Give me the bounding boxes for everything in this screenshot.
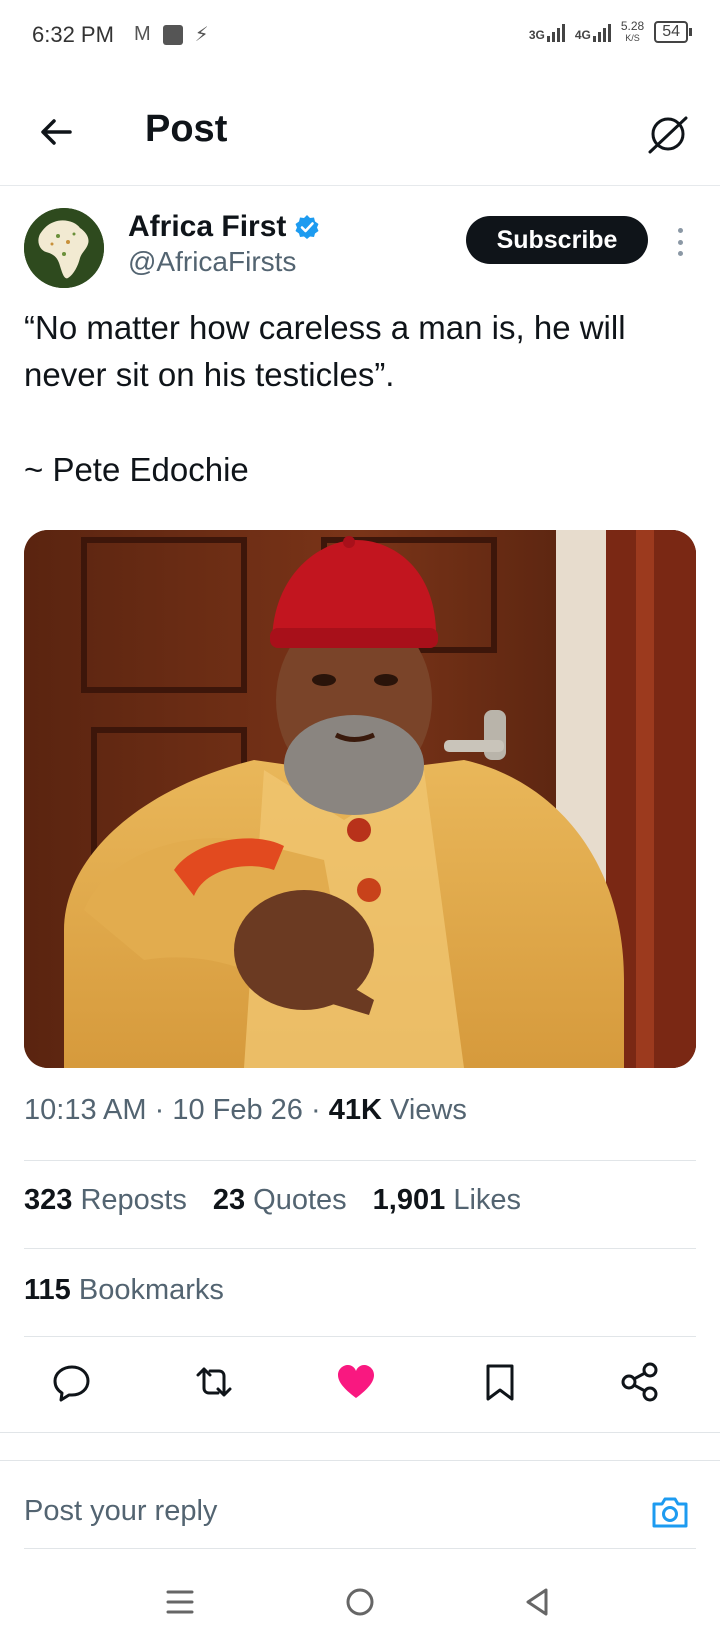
speed-value: 5.28 [620,19,645,33]
portrait-photo-illustration [24,530,696,1068]
quotes-stat[interactable]: 23 Quotes [213,1184,347,1217]
network-speed: 5.28 K/S [621,20,644,44]
back-arrow-icon[interactable] [36,112,76,152]
divider [24,1248,696,1249]
views-count: 41K [328,1094,382,1126]
divider [0,1460,720,1461]
meta-separator: · [311,1094,321,1126]
post-time: 10:13 AM [24,1094,147,1126]
reposts-stat[interactable]: 323 Reposts [24,1184,187,1217]
page-title: Post [145,108,228,150]
repost-icon[interactable] [192,1360,236,1404]
reposts-label: Reposts [80,1184,187,1216]
signal-bars-icon [592,22,611,42]
bookmarks-label: Bookmarks [78,1274,224,1306]
post-attribution: ~ Pete Edochie [24,451,249,488]
post-meta: 10:13 AM · 10 Feb 26 · 41K Views [24,1094,467,1127]
author-name[interactable]: Africa First [128,210,286,244]
reply-icon[interactable] [50,1360,94,1404]
notification-icons: M ⚡ [134,22,209,47]
reposts-count: 323 [24,1184,73,1216]
camera-icon[interactable] [648,1490,692,1534]
bookmarks-count: 115 [24,1274,71,1306]
action-bar [0,1350,720,1420]
network-label-2: 4G [574,28,591,42]
engagement-stats: 323 Reposts 23 Quotes 1,901 Likes [24,1184,521,1217]
divider [24,1160,696,1161]
reply-divider [24,1548,696,1549]
quotes-count: 23 [212,1184,246,1216]
likes-label: Likes [453,1184,522,1216]
bookmarks-stat[interactable]: 115 Bookmarks [24,1274,224,1307]
status-time: 6:32 PM [32,22,114,47]
post-date: 10 Feb 26 [172,1094,303,1126]
avatar[interactable] [24,208,104,288]
gmail-icon: M [134,23,151,45]
views-label: Views [390,1094,467,1126]
likes-count: 1,901 [372,1184,446,1216]
home-icon[interactable] [340,1582,380,1622]
signal-3g: 3G [529,22,565,42]
signal-4g: 4G [575,22,611,42]
speed-unit: K/S [625,33,640,43]
post-image[interactable] [24,530,696,1068]
meta-separator: · [154,1094,165,1126]
quotes-label: Quotes [253,1184,347,1216]
activity-icon: ⚡ [194,24,209,46]
status-bar: 6:32 PM M ⚡ 3G 4G 5.28 K/S 54 [0,0,720,72]
like-icon[interactable] [334,1360,378,1404]
system-nav-bar [0,1570,720,1640]
reply-input[interactable]: Post your reply [24,1495,217,1528]
back-triangle-icon[interactable] [518,1582,558,1622]
more-options-icon[interactable] [670,222,690,262]
post-text: “No matter how careless a man is, he wil… [24,309,626,393]
grok-icon[interactable] [644,110,692,158]
author-handle[interactable]: @AfricaFirsts [128,246,296,278]
likes-stat[interactable]: 1,901 Likes [373,1184,521,1217]
app-notification-icon [162,24,183,45]
battery-icon: 54 [654,21,692,43]
africa-map-logo-icon [24,208,104,288]
subscribe-button[interactable]: Subscribe [466,216,648,264]
bookmark-icon[interactable] [478,1360,522,1404]
menu-icon[interactable] [160,1582,200,1622]
divider [24,1336,696,1337]
top-app-bar: Post [0,90,720,186]
divider [0,1432,720,1433]
author-name-row[interactable]: Africa First [128,210,320,244]
verified-badge-icon [295,215,319,239]
status-indicators: 3G 4G 5.28 K/S 54 [529,20,692,44]
network-label-1: 3G [528,28,545,42]
share-icon[interactable] [618,1360,662,1404]
signal-bars-icon [546,22,565,42]
